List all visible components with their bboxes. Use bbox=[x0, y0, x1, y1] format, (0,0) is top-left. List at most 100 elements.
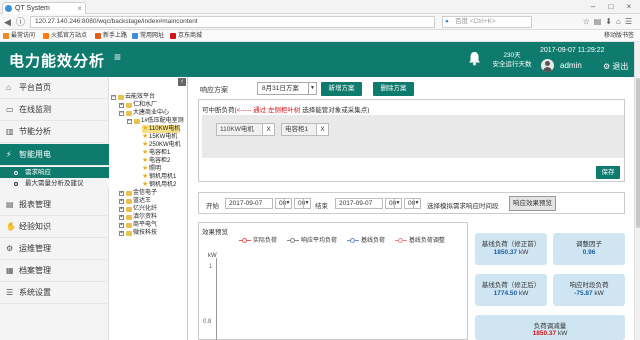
sidebar-item-monitor[interactable]: ▭ 在线监测 bbox=[0, 99, 109, 121]
sidebar-item-smart-power[interactable]: ⚡ 智能用电 bbox=[0, 144, 109, 166]
bookmark-item[interactable]: 京东商城 bbox=[169, 30, 202, 42]
sidebar-subitem-max-demand[interactable]: 最大需量分析及建议 bbox=[0, 178, 109, 189]
end-date-field[interactable]: 2017-09-07 bbox=[335, 198, 383, 209]
sidebar-item-settings[interactable]: ☰ 系统设置 bbox=[0, 282, 109, 304]
hint-red: <----- 通过 左侧柜叶树 bbox=[236, 107, 301, 114]
sidebar-item-archive[interactable]: ▦ 档案管理 bbox=[0, 260, 109, 282]
menu-toggle-icon[interactable]: ≡ bbox=[114, 50, 121, 64]
collapse-toggle-icon[interactable]: − bbox=[119, 111, 124, 116]
legend-marker bbox=[289, 238, 295, 243]
tree-node[interactable]: ★ 照明 bbox=[142, 165, 161, 173]
add-plan-button[interactable]: 新增方案 bbox=[321, 82, 362, 96]
tree-node[interactable]: + 商平电气 bbox=[119, 221, 157, 229]
back-icon[interactable]: ◀ bbox=[4, 16, 11, 28]
url-field[interactable]: 120.27.140.246:8080/wqc/backstage/index#… bbox=[30, 16, 435, 28]
save-button[interactable]: 保存 bbox=[596, 166, 620, 179]
preview-effect-button[interactable]: 响应效果预览 bbox=[509, 196, 556, 211]
minimize-icon[interactable]: – bbox=[584, 0, 602, 14]
close-window-icon[interactable]: × bbox=[620, 0, 638, 14]
expand-toggle-icon[interactable]: + bbox=[119, 215, 124, 220]
simulation-time-panel: 开始 2017-09-07 00 ▼ 00 ▼ 结束 2017-09-07 00 ▼ … bbox=[198, 192, 625, 214]
current-datetime: 2017-09-07 11:29:22 bbox=[540, 47, 605, 54]
avatar[interactable] bbox=[541, 59, 554, 72]
expand-toggle-icon[interactable]: + bbox=[119, 223, 124, 228]
browser-search-field[interactable]: ● 百度 <Ctrl+K> bbox=[442, 16, 532, 28]
response-plan-label: 响应方案 bbox=[200, 87, 228, 94]
delete-plan-button[interactable]: 删除方案 bbox=[373, 82, 414, 96]
bookmark-item[interactable]: 最常访问 bbox=[2, 30, 35, 42]
browser-tab[interactable]: QT System × bbox=[2, 2, 86, 14]
collapse-tree-icon[interactable]: ‹ bbox=[178, 78, 186, 86]
username[interactable]: admin bbox=[560, 61, 582, 70]
logout-button[interactable]: ⚙ 退出 bbox=[603, 61, 628, 72]
tree-node[interactable]: ★ 电容柜1 bbox=[142, 149, 170, 157]
stat-card-baseline-after: 基线负荷（修正后） 1774.50 kW bbox=[475, 274, 547, 306]
card-title: 调整因子 bbox=[576, 241, 602, 248]
sidebar-item-home[interactable]: ⌂ 平台首页 bbox=[0, 77, 109, 99]
plan-select[interactable]: 8月31日方案 ▼ bbox=[257, 82, 317, 95]
expand-toggle-icon[interactable]: + bbox=[119, 103, 124, 108]
remove-chip-button[interactable]: X bbox=[316, 124, 328, 135]
expand-toggle-icon[interactable]: + bbox=[119, 191, 124, 196]
sidebar-item-energy-analysis[interactable]: ▥ 节能分析 bbox=[0, 121, 109, 143]
tree-node[interactable]: + 金信电子 bbox=[119, 189, 157, 197]
tree-node[interactable]: − 大唐商业中心 bbox=[119, 109, 169, 117]
search-icon: ● bbox=[445, 18, 449, 25]
end-minute-select[interactable]: 00 ▼ bbox=[404, 198, 421, 209]
tree-node[interactable]: + 微技科技 bbox=[119, 229, 157, 237]
legend-item[interactable]: 基线负荷 bbox=[346, 237, 385, 245]
folder-icon bbox=[126, 111, 132, 116]
bookmark-item[interactable]: 常用网址 bbox=[131, 30, 164, 42]
tree-node[interactable]: − 云能效平台 bbox=[111, 93, 155, 101]
tab-close-icon[interactable]: × bbox=[77, 3, 82, 14]
selected-chip: 电容柜1 X bbox=[281, 123, 329, 136]
expand-toggle-icon[interactable]: + bbox=[119, 231, 124, 236]
tree-node[interactable]: + 蓝达王 bbox=[119, 197, 151, 205]
stat-card-adjust-factor: 调整因子 0.96 bbox=[553, 233, 625, 265]
plan-select-value: 8月31日方案 bbox=[262, 85, 299, 92]
sidebar-item-ops[interactable]: ⚙ 运维管理 bbox=[0, 238, 109, 260]
bookmark-icon bbox=[95, 33, 101, 39]
tree-node[interactable]: −1#低压配电室测 bbox=[127, 117, 184, 125]
star-icon: ★ bbox=[142, 125, 149, 132]
collapse-toggle-icon[interactable]: − bbox=[127, 119, 132, 124]
legend-item[interactable]: 响应平均负荷 bbox=[286, 237, 337, 245]
tree-node[interactable]: ★ 15KW电机 bbox=[142, 133, 177, 141]
tree-node[interactable]: ★ 250KW电机 bbox=[142, 141, 181, 149]
bookmark-item[interactable]: 火狐官方站点 bbox=[42, 30, 87, 42]
selection-hint: 可中断负荷(<----- 通过 左侧柜叶树 选择能管对象或采集点) bbox=[202, 104, 369, 114]
report-icon: ▤ bbox=[6, 200, 14, 209]
legend-item[interactable]: 基线负荷调整 bbox=[394, 237, 445, 245]
folder-icon bbox=[126, 215, 132, 220]
tree-node-selected[interactable]: ★ 110KW电机 bbox=[142, 125, 181, 133]
tree-node[interactable]: ★ 电容柜2 bbox=[142, 157, 170, 165]
tree-node[interactable]: + 仁和水厂 bbox=[119, 101, 157, 109]
start-hour-select[interactable]: 00 ▼ bbox=[275, 198, 292, 209]
start-date-field[interactable]: 2017-09-07 bbox=[225, 198, 273, 209]
tree-node[interactable]: + 滇尔资料 bbox=[119, 213, 157, 221]
sidebar-item-knowledge[interactable]: ✋ 经验知识 bbox=[0, 216, 109, 238]
browser-toolbar-icons[interactable]: ☆▤⬇⌂☰ bbox=[583, 16, 636, 28]
expand-toggle-icon[interactable]: + bbox=[119, 199, 124, 204]
tree-node[interactable]: + 亿兴化纤 bbox=[119, 205, 157, 213]
tree-node[interactable]: ★ 钢机用机2 bbox=[142, 181, 176, 189]
card-value: 0.96 bbox=[582, 249, 596, 256]
plug-icon: ⚡ bbox=[6, 150, 12, 159]
sidebar-subitem-demand-response[interactable]: 需求响应 bbox=[0, 167, 109, 178]
collapse-toggle-icon[interactable]: − bbox=[111, 95, 116, 100]
maximize-icon[interactable]: □ bbox=[602, 0, 620, 14]
scrollbar-thumb[interactable] bbox=[636, 78, 640, 228]
page-scrollbar[interactable] bbox=[634, 42, 640, 340]
remove-chip-button[interactable]: X bbox=[262, 124, 274, 135]
legend-item[interactable]: 实际负荷 bbox=[239, 237, 277, 245]
bell-icon[interactable] bbox=[468, 51, 481, 66]
mobile-bookmarks[interactable]: 移动版书签 bbox=[604, 30, 634, 42]
expand-toggle-icon[interactable]: + bbox=[119, 207, 124, 212]
end-hour-select[interactable]: 00 ▼ bbox=[385, 198, 402, 209]
start-minute-select[interactable]: 00 ▼ bbox=[294, 198, 311, 209]
tree-node[interactable]: ★ 钢机用机1 bbox=[142, 173, 176, 181]
bookmark-item[interactable]: 新手上路 bbox=[94, 30, 127, 42]
info-icon[interactable]: ⓘ bbox=[16, 16, 25, 28]
sidebar-item-reports[interactable]: ▤ 报表管理 bbox=[0, 194, 109, 216]
start-label: 开始 bbox=[206, 203, 219, 210]
